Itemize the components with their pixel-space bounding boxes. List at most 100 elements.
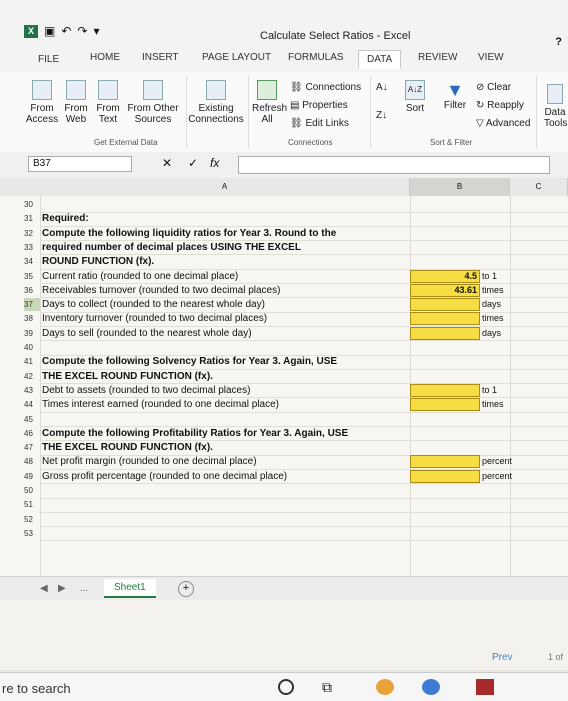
row-number[interactable]: 31 [24,212,40,225]
cell-b-input[interactable] [410,398,480,412]
cell-b-input[interactable] [410,298,480,312]
chrome-icon[interactable] [376,679,394,695]
edit-links-button[interactable]: ⛓ Edit Links [290,118,349,129]
cell-a[interactable]: THE EXCEL ROUND FUNCTION (fx). [42,370,213,383]
sort-za-icon[interactable]: Z↓ [376,110,387,121]
cell-a[interactable]: Compute the following Profitability Rati… [42,427,348,440]
tab-insert[interactable]: INSERT [142,52,179,63]
row-number[interactable]: 41 [24,355,40,368]
edge-icon[interactable] [422,679,440,695]
clear-button[interactable]: ⊘ Clear [476,82,511,93]
name-box[interactable]: B37 [28,156,132,172]
row-number[interactable]: 51 [24,498,40,511]
add-sheet-icon[interactable]: + [178,581,194,597]
row-number[interactable]: 53 [24,527,40,540]
undo-icon[interactable]: ↶ [61,24,71,38]
cell-a[interactable]: Gross profit percentage (rounded to one … [42,470,287,483]
existing-connections-button[interactable]: Existing Connections [188,80,244,125]
row-number[interactable]: 34 [24,255,40,268]
cancel-icon[interactable]: ✕ [162,156,172,170]
row-number[interactable]: 42 [24,370,40,383]
row-number[interactable]: 43 [24,384,40,397]
sheet-prev-icon[interactable]: ◀ [40,583,48,594]
row-number[interactable]: 50 [24,484,40,497]
cell-b-input[interactable]: 4.5 [410,269,480,283]
from-access-button[interactable]: From Access [24,80,60,125]
connections-button[interactable]: ⛓ Connections [290,82,361,93]
row-number[interactable]: 40 [24,341,40,354]
row-number[interactable]: 46 [24,427,40,440]
from-web-button[interactable]: From Web [62,80,90,125]
cell-a[interactable]: Times interest earned (rounded to one de… [42,398,279,411]
insert-function-icon[interactable]: fx [210,156,219,170]
row-number[interactable]: 44 [24,398,40,411]
cell-a[interactable]: Required: [42,212,89,225]
cell-a[interactable]: Compute the following Solvency Ratios fo… [42,355,337,368]
cell-b-input[interactable]: 43.61 [410,283,480,297]
refresh-all-button[interactable]: Refresh All [252,80,287,125]
sheet-next-icon[interactable]: ▶ [58,583,66,594]
tab-data[interactable]: DATA [358,50,402,69]
cell-a[interactable]: Days to collect (rounded to the nearest … [42,298,265,311]
column-header-a[interactable]: A [40,178,410,196]
reapply-button[interactable]: ↻ Reapply [476,100,524,111]
save-icon[interactable]: ▣ [44,24,55,38]
row-number[interactable]: 33 [24,241,40,254]
advanced-button[interactable]: ▽ Advanced [476,118,530,129]
cell-b-input[interactable] [410,469,480,483]
row-number[interactable]: 30 [24,198,40,211]
worksheet-grid[interactable]: 30 31 Required: 32 Compute the following liq… [0,196,568,576]
row-number[interactable]: 47 [24,441,40,454]
cell-a[interactable]: Net profit margin (rounded to one decima… [42,455,257,468]
row-number[interactable]: 49 [24,470,40,483]
cell-a[interactable]: Days to sell (rounded to the nearest who… [42,327,252,340]
cell-a[interactable]: Receivables turnover (rounded to two dec… [42,284,280,297]
cell-a[interactable]: Current ratio (rounded to one decimal pl… [42,270,238,283]
app-icon[interactable] [476,679,494,695]
prev-button[interactable]: Prev [492,652,513,663]
tab-home[interactable]: HOME [90,52,120,63]
cell-a[interactable]: Inventory turnover (rounded to two decim… [42,312,267,325]
cell-b-input[interactable] [410,455,480,469]
cell-a[interactable]: required number of decimal places USING … [42,241,301,254]
row-number[interactable]: 37 [24,298,40,312]
cell-b-input[interactable] [410,383,480,397]
sort-button[interactable]: A↓Z Sort [400,80,430,114]
data-tools-button[interactable]: Data Tools [544,84,567,129]
sheet-tab-sheet1[interactable]: Sheet1 [104,579,156,598]
cell-a[interactable]: ROUND FUNCTION (fx). [42,255,154,268]
taskbar-search[interactable]: re to search [2,681,71,696]
from-text-button[interactable]: From Text [94,80,122,125]
row-number[interactable]: 32 [24,227,40,240]
row-number[interactable]: 36 [24,284,40,297]
sort-az-icon[interactable]: A↓ [376,82,388,93]
cell-a[interactable]: THE EXCEL ROUND FUNCTION (fx). [42,441,213,454]
tab-file[interactable]: FILE [28,52,69,67]
cell-a[interactable]: Compute the following liquidity ratios f… [42,227,336,240]
column-header-b[interactable]: B [410,178,510,196]
properties-button[interactable]: ▤ Properties [290,100,348,111]
row-number[interactable]: 35 [24,270,40,283]
sheet-more[interactable]: ... [80,583,88,594]
cell-b-input[interactable] [410,312,480,326]
tab-page-layout[interactable]: PAGE LAYOUT [202,52,271,63]
row-number[interactable]: 38 [24,312,40,325]
filter-button[interactable]: ▼ Filter [440,80,470,111]
from-other-sources-button[interactable]: From Other Sources [126,80,180,125]
tab-view[interactable]: VIEW [478,52,504,63]
cortana-icon[interactable] [278,679,294,695]
tab-review[interactable]: REVIEW [418,52,457,63]
enter-icon[interactable]: ✓ [188,156,198,170]
cell-b-input[interactable] [410,326,480,340]
row-number[interactable]: 48 [24,455,40,468]
customize-icon[interactable]: ▾ [93,24,99,38]
row-number[interactable]: 52 [24,513,40,526]
task-view-icon[interactable]: ⧉ [322,679,340,695]
column-header-c[interactable]: C [510,178,568,196]
row-number[interactable]: 39 [24,327,40,340]
redo-icon[interactable]: ↷ [77,24,87,38]
formula-input[interactable] [238,156,550,174]
tab-formulas[interactable]: FORMULAS [288,52,344,63]
cell-a[interactable]: Debt to assets (rounded to two decimal p… [42,384,250,397]
row-number[interactable]: 45 [24,413,40,426]
